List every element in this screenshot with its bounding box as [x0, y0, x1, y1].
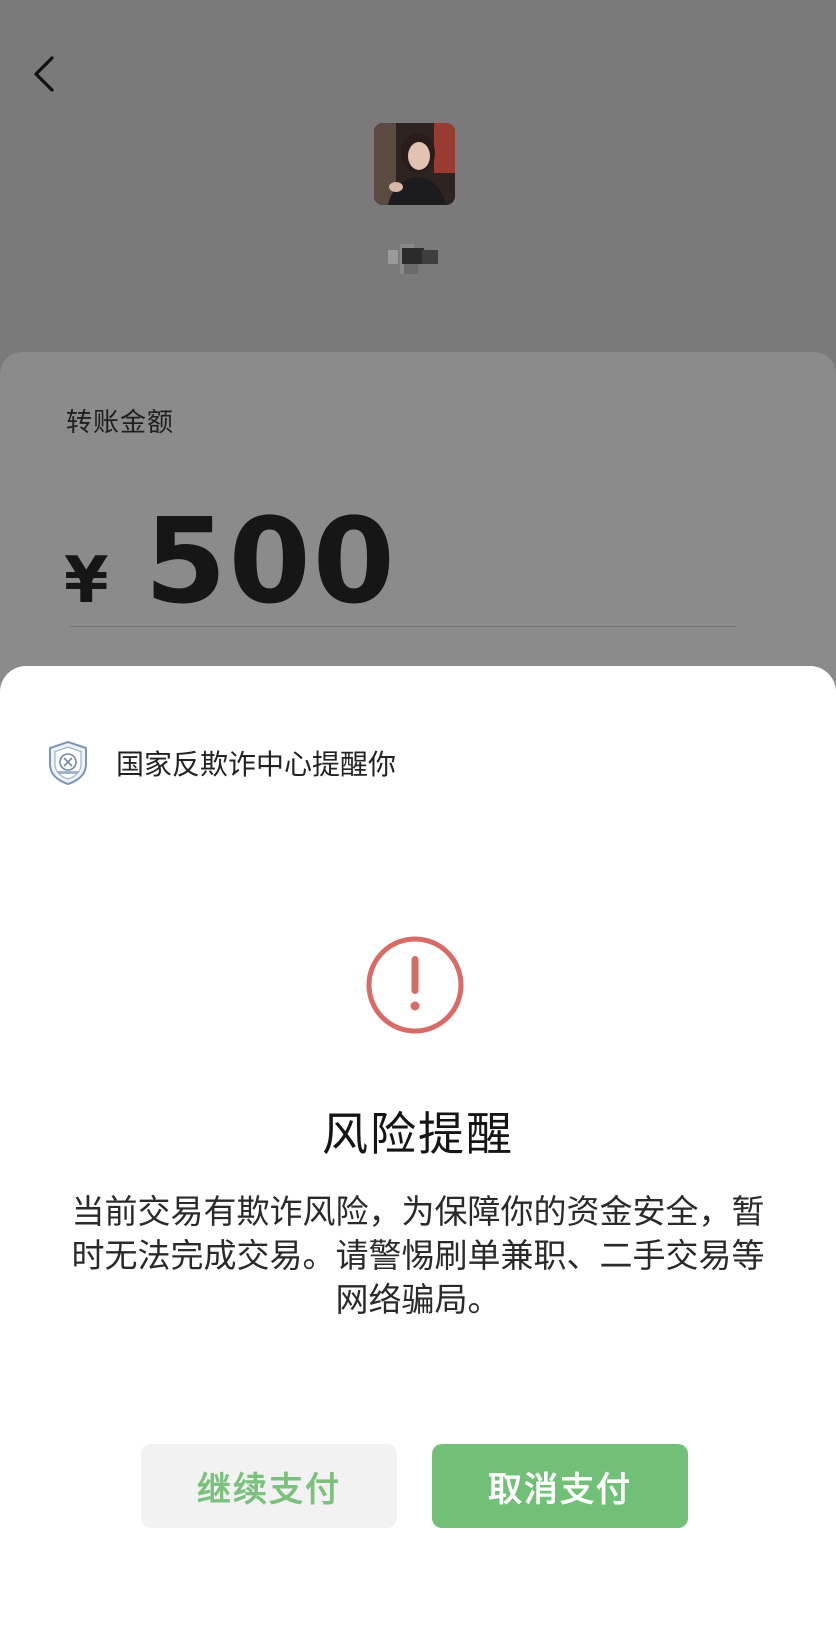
anti-fraud-shield-icon	[49, 740, 87, 786]
currency-symbol: ¥	[64, 544, 109, 618]
alert-message: 当前交易有欺诈风险，为保障你的资金安全，暂时无法完成交易。请警惕刷单兼职、二手交…	[71, 1192, 765, 1319]
back-button[interactable]	[24, 48, 64, 100]
amount-label: 转账金额	[66, 408, 175, 438]
amount-divider	[70, 626, 736, 627]
alert-title: 风险提醒	[322, 1107, 514, 1161]
recipient-avatar	[374, 123, 455, 205]
exclamation-circle-icon	[366, 936, 464, 1034]
source-header: 国家反欺诈中心提醒你	[46, 740, 396, 786]
cancel-payment-button[interactable]: 取消支付	[432, 1444, 688, 1528]
source-text: 国家反欺诈中心提醒你	[116, 748, 397, 781]
recipient-name-blurred	[388, 244, 450, 274]
amount-value: 500	[144, 492, 397, 630]
continue-payment-button[interactable]: 继续支付	[141, 1444, 397, 1528]
amount-display[interactable]: ¥ 500	[64, 492, 397, 630]
chevron-left-icon	[34, 56, 54, 92]
